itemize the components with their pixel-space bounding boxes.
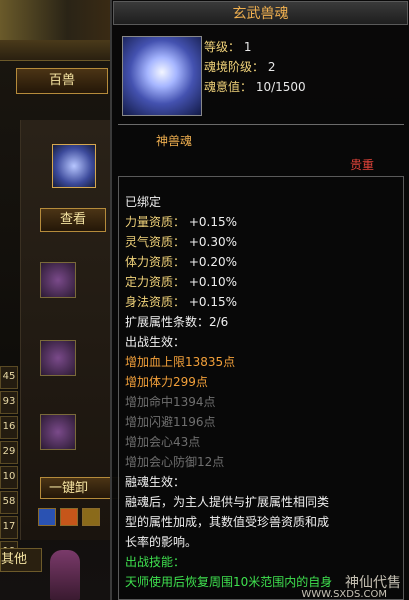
attr-label: 身法资质： — [125, 295, 186, 309]
tooltip-body: 已绑定 力量资质： +0.15% 灵气资质： +0.30% 体力资质： +0.2… — [118, 176, 404, 600]
effect-line: 增加血上限13835点 — [125, 355, 236, 369]
side-number-1: 45 — [0, 366, 18, 389]
skill-icon-3[interactable] — [82, 508, 100, 526]
attr-row: 定力资质： +0.10% — [125, 273, 237, 290]
fuse-desc-1: 融魂后，为主人提供与扩展属性相同类 — [125, 495, 330, 509]
effect-line: 增加命中1394点 — [125, 395, 216, 409]
watermark-url: WWW.SXDS.COM — [301, 589, 387, 600]
left-side-numbers: 45 93 16 29 10 58 17 19 — [0, 366, 18, 566]
attr-value: +0.20% — [188, 255, 238, 269]
attr-row: 力量资质： +0.15% — [125, 213, 237, 230]
attr-row: 体力资质： +0.20% — [125, 253, 237, 270]
tab-baishou[interactable]: 百兽 — [16, 68, 108, 94]
view-button[interactable]: 查看 — [40, 208, 106, 232]
attr-value: +0.30% — [188, 235, 238, 249]
soul-row: 魂意值： 10/1500 — [204, 78, 306, 95]
effect-line: 增加体力299点 — [125, 375, 208, 389]
effect-line: 增加闪避1196点 — [125, 415, 216, 429]
battle-skill-title: 出战技能： — [125, 555, 186, 569]
level-value: 1 — [243, 40, 252, 54]
skill-icon-2[interactable] — [60, 508, 78, 526]
ext-attrs: 扩展属性条数：2/6 — [125, 315, 229, 329]
attr-label: 力量资质： — [125, 215, 186, 229]
bound-status: 已绑定 — [125, 195, 162, 209]
realm-row: 魂境阶级： 2 — [204, 58, 275, 75]
attr-value: +0.15% — [188, 295, 238, 309]
side-number-4: 29 — [0, 441, 18, 464]
attr-row: 灵气资质： +0.30% — [125, 233, 237, 250]
fuse-desc-2: 型的属性加成，其数值受珍兽资质和成 — [125, 515, 330, 529]
level-label: 等级： — [204, 40, 241, 54]
cut-skill-line: 天师使用后恢复周围10米范围内的自身 — [125, 575, 333, 589]
separator-1 — [118, 124, 404, 125]
skill-row — [38, 508, 110, 530]
soul-value: 10/1500 — [255, 80, 306, 94]
attr-value: +0.10% — [188, 275, 238, 289]
beast-soul-slot[interactable] — [52, 144, 96, 188]
tooltip-subtitle: 神兽魂 — [156, 134, 193, 148]
battle-effect-title: 出战生效： — [125, 335, 186, 349]
gear-slot-1[interactable] — [40, 262, 76, 298]
attr-row: 身法资质： +0.15% — [125, 293, 237, 310]
attr-label: 灵气资质： — [125, 235, 186, 249]
side-number-2: 93 — [0, 391, 18, 414]
side-number-5: 10 — [0, 466, 18, 489]
fuse-desc-3: 长率的影响。 — [125, 535, 198, 549]
soul-label: 魂意值： — [204, 80, 253, 94]
gear-slot-3[interactable] — [40, 414, 76, 450]
fuse-title: 融魂生效： — [125, 475, 186, 489]
side-number-6: 58 — [0, 491, 18, 514]
effect-line: 增加会心43点 — [125, 435, 201, 449]
realm-value: 2 — [267, 60, 276, 74]
gear-slot-2[interactable] — [40, 340, 76, 376]
item-tooltip: 玄武兽魂 等级： 1 魂境阶级： 2 魂意值： 10/1500 神兽魂 贵重 已… — [110, 0, 409, 600]
top-left-art — [0, 0, 112, 40]
rarity-badge: 贵重 — [350, 158, 375, 172]
beast-soul-icon — [122, 36, 202, 116]
side-number-7: 17 — [0, 516, 18, 539]
attr-label: 体力资质： — [125, 255, 186, 269]
skill-icon-1[interactable] — [38, 508, 56, 526]
level-row: 等级： 1 — [204, 38, 251, 55]
other-tab[interactable]: 其他 — [0, 548, 42, 572]
tooltip-title: 玄武兽魂 — [113, 1, 408, 25]
realm-label: 魂境阶级： — [204, 60, 265, 74]
attr-label: 定力资质： — [125, 275, 186, 289]
side-number-3: 16 — [0, 416, 18, 439]
character-figure — [50, 550, 80, 600]
top-tab-bar — [0, 40, 112, 61]
onekey-unequip-button[interactable]: 一键卸 — [40, 477, 120, 499]
attr-value: +0.15% — [188, 215, 238, 229]
effect-line: 增加会心防御12点 — [125, 455, 225, 469]
